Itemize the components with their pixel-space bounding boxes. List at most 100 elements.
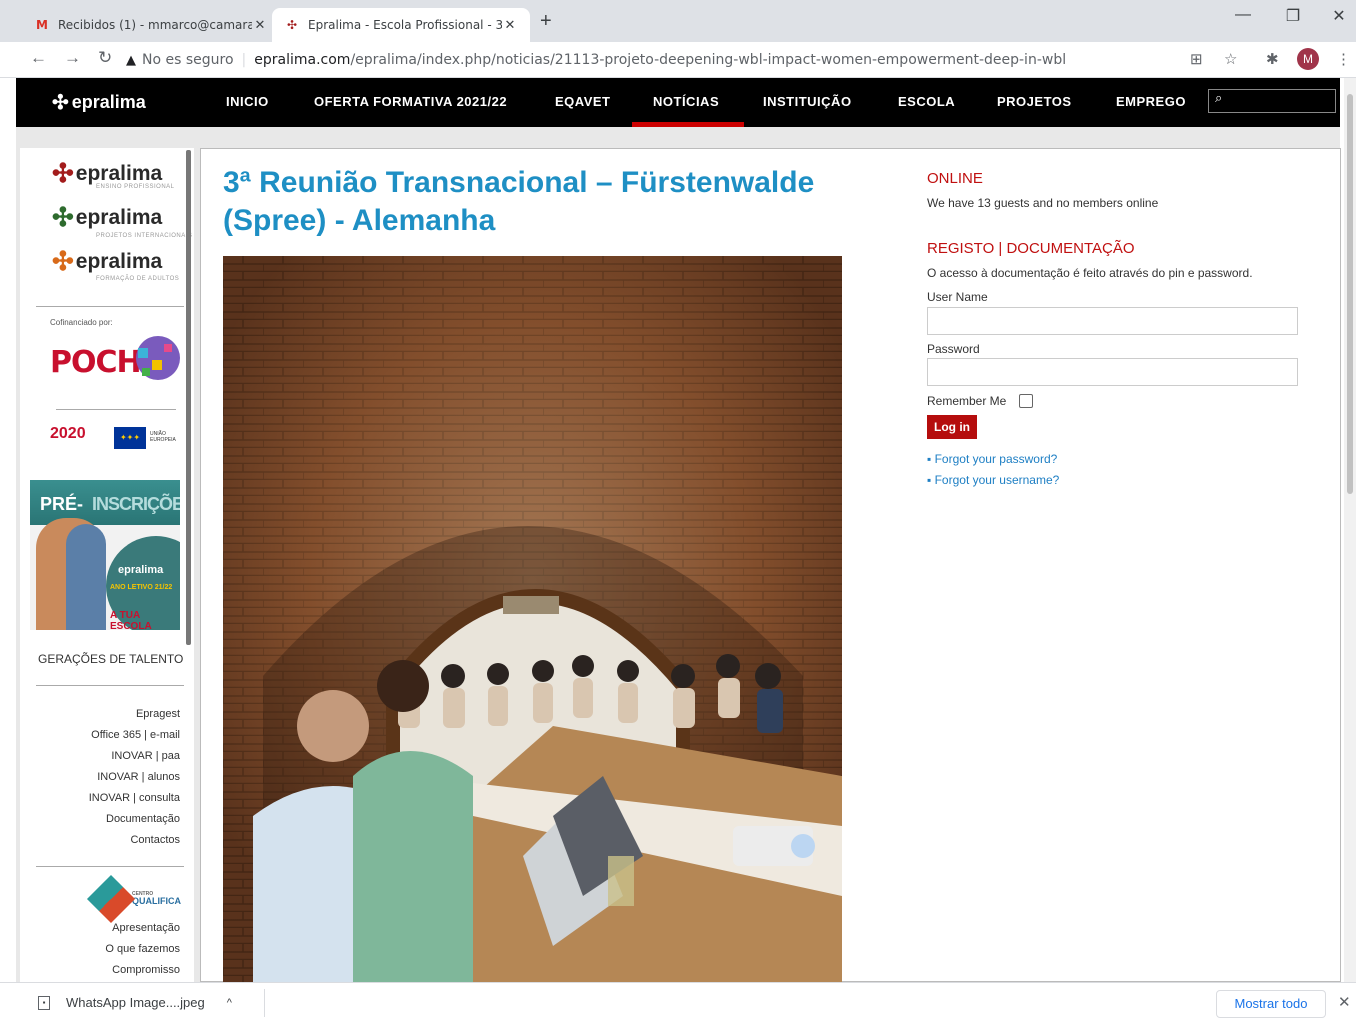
divider <box>56 409 176 410</box>
epralima-icon: ✣ <box>286 18 298 32</box>
logo-text: epralima <box>71 92 146 112</box>
geracoes-de-talento-link[interactable]: GERAÇÕES DE TALENTO <box>38 652 183 666</box>
close-shelf-icon[interactable]: ✕ <box>1338 993 1351 1011</box>
password-input[interactable] <box>927 358 1298 386</box>
sidebar-link-documentacao[interactable]: Documentação <box>30 813 180 825</box>
brand-name: epralima <box>75 249 163 273</box>
restore-icon[interactable]: ❐ <box>1270 6 1316 26</box>
sidebar-link-inovar-consulta[interactable]: INOVAR | consulta <box>30 792 180 804</box>
qualifica-icon <box>86 874 136 924</box>
sidebar-link-office365[interactable]: Office 365 | e-mail <box>30 729 180 741</box>
meeting-photo-illustration <box>223 256 842 982</box>
forgot-password-link[interactable]: ▪ Forgot your password? <box>927 452 1057 466</box>
online-heading: ONLINE <box>927 170 983 187</box>
gmail-icon: M <box>36 18 48 32</box>
divider <box>36 306 184 307</box>
epralima-logo-icon: ✣ <box>52 158 74 188</box>
sidebar-link-inovar-alunos[interactable]: INOVAR | alunos <box>30 771 180 783</box>
banner-tua-escola: A TUA ESCOLA <box>110 610 152 630</box>
brand-projetos-internacionais[interactable]: ✣ epralima <box>52 202 162 233</box>
forgot-username-link[interactable]: ▪ Forgot your username? <box>927 473 1059 487</box>
qualifica-links: Apresentação O que fazemos Compromisso <box>30 922 180 982</box>
site-logo[interactable]: ✣ epralima <box>52 90 146 115</box>
new-tab-button[interactable]: + <box>540 10 552 33</box>
chevron-up-icon[interactable]: ^ <box>227 997 232 1009</box>
nav-oferta-formativa[interactable]: OFERTA FORMATIVA 2021/22 <box>314 94 507 109</box>
password-label: Password <box>927 342 980 356</box>
search-icon: ⌕ <box>1215 90 1223 105</box>
online-text: We have 13 guests and no members online <box>927 196 1159 210</box>
remember-me-checkbox[interactable] <box>1019 394 1033 408</box>
security-label: No es seguro <box>142 52 234 68</box>
sidebar-scrollbar[interactable] <box>186 150 191 645</box>
nav-escola[interactable]: ESCOLA <box>898 94 955 109</box>
url-host: epralima.com <box>254 52 351 68</box>
banner-person <box>66 524 106 630</box>
username-label: User Name <box>927 290 988 304</box>
brand-tag: FORMAÇÃO DE ADULTOS <box>96 276 180 282</box>
close-tab-icon[interactable]: ✕ <box>502 18 518 33</box>
brand-name: epralima <box>75 205 163 229</box>
sidebar-links: Epragest Office 365 | e-mail INOVAR | pa… <box>30 708 180 858</box>
download-item[interactable]: ▪ WhatsApp Image....jpeg ^ <box>38 995 232 1010</box>
menu-icon[interactable]: ⋮ <box>1336 50 1351 68</box>
extensions-icon[interactable]: ✱ <box>1266 50 1279 68</box>
warning-icon: ▲ <box>126 52 136 68</box>
pre-inscricoes-banner[interactable]: PRÉ- INSCRIÇÕES epralima ANO LETIVO 21/2… <box>30 480 180 630</box>
forgot-password-text: Forgot your password? <box>934 452 1058 466</box>
translate-icon[interactable]: ⊞ <box>1190 50 1203 68</box>
show-all-button[interactable]: Mostrar todo <box>1216 990 1326 1018</box>
brand-formacao-adultos[interactable]: ✣ epralima <box>52 246 162 277</box>
banner-pre: PRÉ- <box>40 494 84 514</box>
remember-me-label: Remember Me <box>927 394 1007 408</box>
sidebar-link-inovar-paa[interactable]: INOVAR | paa <box>30 750 180 762</box>
search-input[interactable]: ⌕ <box>1208 89 1336 113</box>
profile-avatar[interactable]: M <box>1297 48 1319 70</box>
nav-emprego[interactable]: EMPREGO <box>1116 94 1186 109</box>
nav-projetos[interactable]: PROJETOS <box>997 94 1072 109</box>
login-button[interactable]: Log in <box>927 415 977 439</box>
sidebar-link-epragest[interactable]: Epragest <box>30 708 180 720</box>
reload-icon[interactable]: ↻ <box>98 48 112 68</box>
tab-title: Epralima - Escola Profissional - 3 <box>308 18 502 32</box>
banner-inscricoes: INSCRIÇÕES <box>92 494 180 514</box>
download-filename: WhatsApp Image....jpeg <box>66 995 205 1010</box>
divider <box>36 866 184 867</box>
nav-eqavet[interactable]: EQAVET <box>555 94 611 109</box>
epralima-logo-icon: ✣ <box>52 202 74 232</box>
close-tab-icon[interactable]: ✕ <box>252 18 268 33</box>
page-scrollbar[interactable] <box>1344 78 1356 982</box>
nav-instituicao[interactable]: INSTITUIÇÃO <box>763 94 852 109</box>
banner-brand: epralima <box>118 564 164 576</box>
scrollbar-thumb[interactable] <box>1347 94 1353 494</box>
address-bar[interactable]: ▲ No es seguro | epralima.com/epralima/i… <box>126 47 1156 73</box>
username-input[interactable] <box>927 307 1298 335</box>
epralima-logo-icon: ✣ <box>52 246 74 276</box>
nav-noticias[interactable]: NOTÍCIAS <box>653 94 719 109</box>
portugal2020-logo[interactable]: 2020 <box>50 425 86 443</box>
brand-name: epralima <box>75 161 163 185</box>
epralima-logo-icon: ✣ <box>52 92 69 114</box>
qualifica-link-o-que-fazemos[interactable]: O que fazemos <box>30 943 180 955</box>
tab-gmail[interactable]: M Recibidos (1) - mmarco@camara ✕ <box>22 8 280 42</box>
qualifica-logo[interactable]: CENTRO QUALIFICA <box>86 874 181 924</box>
tab-strip: M Recibidos (1) - mmarco@camara ✕ ✣ Epra… <box>0 0 1356 42</box>
poch-head-icon <box>136 336 180 380</box>
download-shelf: ▪ WhatsApp Image....jpeg ^ Mostrar todo … <box>0 982 1356 1022</box>
tab-epralima[interactable]: ✣ Epralima - Escola Profissional - 3 ✕ <box>272 8 530 42</box>
qualifica-link-compromisso[interactable]: Compromisso <box>30 964 180 976</box>
nav-inicio[interactable]: INICIO <box>226 94 269 109</box>
forward-icon[interactable]: → <box>64 48 81 68</box>
article-title: 3ª Reunião Transnacional – Fürstenwalde … <box>223 166 815 237</box>
registo-intro: O acesso à documentação é feito através … <box>927 266 1253 280</box>
sidebar-link-contactos[interactable]: Contactos <box>30 834 180 846</box>
eu-flag-icon: ✦✦✦ <box>114 427 146 449</box>
separator: | <box>241 52 247 68</box>
close-window-icon[interactable]: ✕ <box>1316 6 1356 26</box>
registo-heading: REGISTO | DOCUMENTAÇÃO <box>927 240 1135 257</box>
back-icon[interactable]: ← <box>30 48 47 68</box>
image-file-icon: ▪ <box>38 995 50 1010</box>
bookmark-star-icon[interactable]: ☆ <box>1224 50 1237 68</box>
minimize-icon[interactable]: — <box>1220 6 1266 24</box>
qualifica-link-apresentacao[interactable]: Apresentação <box>30 922 180 934</box>
